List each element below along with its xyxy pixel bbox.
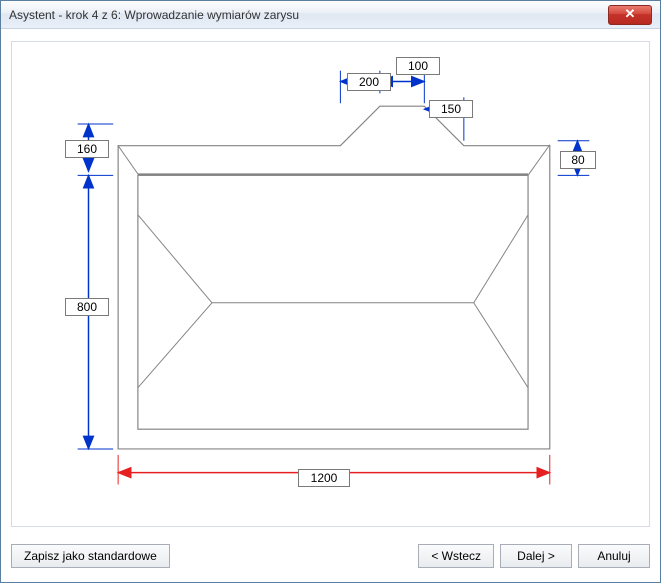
top-offset-input[interactable] xyxy=(65,140,109,158)
width-input[interactable] xyxy=(298,469,350,487)
cancel-button[interactable]: Anuluj xyxy=(578,544,650,568)
titlebar: Asystent - krok 4 z 6: Wprowadzanie wymi… xyxy=(1,1,660,29)
window-title: Asystent - krok 4 z 6: Wprowadzanie wymi… xyxy=(9,1,299,29)
close-icon: ✕ xyxy=(625,6,636,21)
button-bar: Zapisz jako standardowe < Wstecz Dalej >… xyxy=(11,542,650,570)
next-button[interactable]: Dalej > xyxy=(500,544,572,568)
close-button[interactable]: ✕ xyxy=(608,5,652,25)
ridge-height-input[interactable] xyxy=(560,151,596,169)
dialog-window: Asystent - krok 4 z 6: Wprowadzanie wymi… xyxy=(0,0,661,583)
save-standard-button[interactable]: Zapisz jako standardowe xyxy=(11,544,170,568)
ridge-right-slope-input[interactable] xyxy=(429,100,473,118)
drawing-panel xyxy=(11,41,650,527)
ridge-flat-input[interactable] xyxy=(396,57,440,75)
ridge-left-slope-input[interactable] xyxy=(347,73,391,91)
dimension-canvas xyxy=(12,42,649,526)
height-input[interactable] xyxy=(65,298,109,316)
back-button[interactable]: < Wstecz xyxy=(418,544,494,568)
